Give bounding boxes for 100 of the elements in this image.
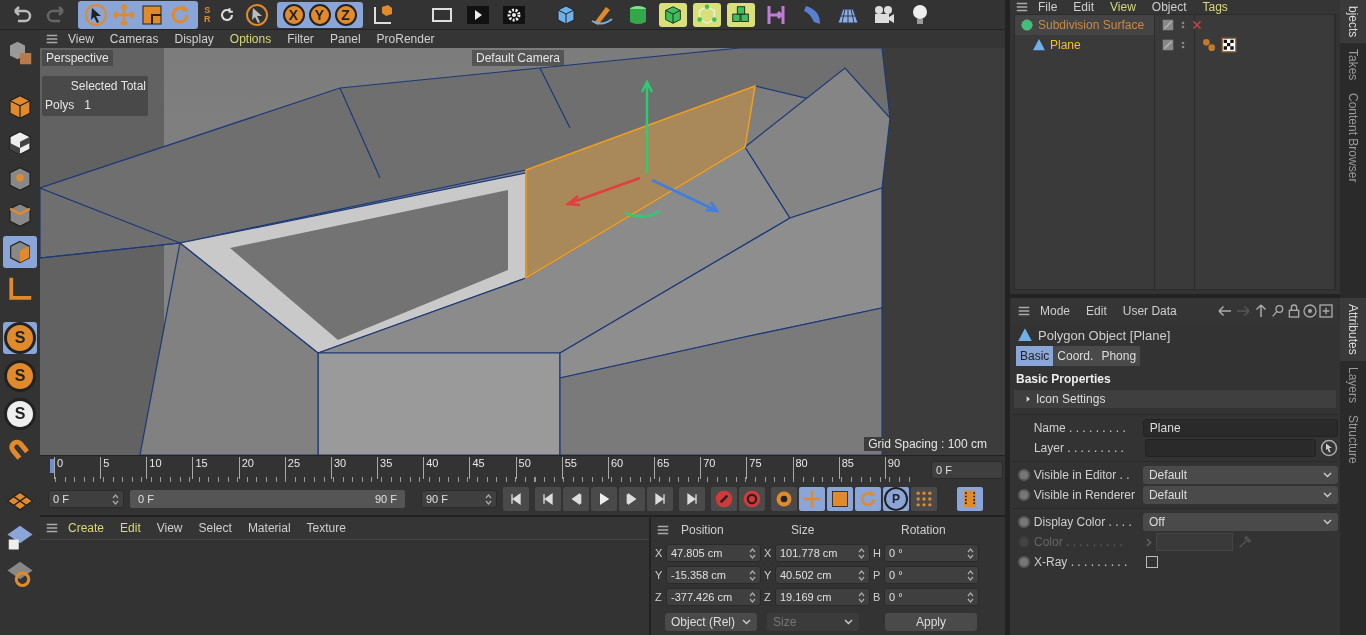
attribute-tab[interactable]: Phong (1097, 346, 1141, 366)
menu-item[interactable]: Material (239, 521, 299, 535)
menu-icon[interactable] (655, 523, 671, 537)
position-field[interactable]: -377.426 cm (666, 588, 761, 606)
size-field[interactable]: 40.502 cm (775, 566, 870, 584)
side-tab[interactable]: Content Browser (1340, 86, 1366, 189)
menu-item[interactable]: Edit (1078, 304, 1115, 318)
menu-item[interactable]: ProRender (368, 32, 443, 46)
position-field[interactable]: -15.358 cm (666, 566, 761, 584)
dropdown[interactable]: Off (1142, 513, 1338, 531)
checker-material-icon[interactable] (1221, 37, 1237, 53)
position-field[interactable]: 47.805 cm (666, 544, 761, 562)
spinner-arrows-icon[interactable] (749, 547, 756, 559)
side-tab[interactable]: Takes (1340, 43, 1366, 87)
side-tab[interactable]: Layers (1340, 360, 1366, 409)
keyframe-toggle[interactable] (1018, 469, 1030, 481)
record-button[interactable] (711, 487, 737, 511)
lock-icon[interactable] (1286, 303, 1302, 319)
keyframe-toggle[interactable] (1018, 556, 1030, 568)
tree-item[interactable]: Plane (1050, 38, 1081, 52)
snap-render-button[interactable]: S R (204, 5, 211, 24)
play-button[interactable] (591, 487, 617, 511)
dropdown[interactable]: Default (1142, 486, 1338, 504)
go-to-end-button[interactable] (679, 487, 705, 511)
coordinate-mode-dropdown[interactable]: Object (Rel) (665, 613, 757, 631)
menu-item[interactable]: View (148, 521, 191, 535)
snap-button[interactable]: S (3, 398, 37, 430)
menu-item[interactable]: Create (60, 521, 113, 535)
scale-icon[interactable] (140, 2, 164, 27)
search-icon[interactable] (1270, 303, 1286, 319)
keyframe-toggle[interactable] (1018, 489, 1030, 501)
menu-item[interactable]: Display (166, 32, 222, 46)
point-level-button[interactable] (911, 487, 937, 511)
dropdown[interactable]: Default (1142, 466, 1338, 484)
name-field[interactable]: Plane (1142, 419, 1338, 437)
polygons-mode-button[interactable] (3, 236, 37, 268)
checkbox[interactable] (1146, 556, 1158, 568)
spinner-arrows-icon[interactable] (749, 569, 756, 581)
attribute-tab[interactable]: Basic (1016, 346, 1054, 366)
next-frame-button[interactable] (619, 487, 645, 511)
spinner-arrows-icon[interactable] (967, 569, 974, 581)
target-icon[interactable] (1302, 303, 1318, 319)
spinner-arrows-icon[interactable] (858, 569, 865, 581)
menu-item[interactable]: User Data (1114, 304, 1185, 318)
snap-button[interactable]: S (3, 360, 37, 392)
side-tab[interactable]: Attributes (1340, 298, 1366, 361)
apply-button[interactable]: Apply (885, 613, 977, 631)
spinner-arrows-icon[interactable] (112, 493, 119, 505)
start-frame-field[interactable]: 0 F (48, 490, 124, 508)
axis-lock-button[interactable]: Y (308, 3, 331, 26)
cloner-button[interactable] (726, 2, 755, 27)
menu-item[interactable]: Cameras (101, 32, 167, 46)
menu-item[interactable]: Edit (1065, 0, 1103, 14)
size-field[interactable]: 19.169 cm (775, 588, 870, 606)
menu-icon[interactable] (44, 521, 60, 535)
new-panel-icon[interactable] (1318, 303, 1334, 319)
menu-icon[interactable] (1014, 0, 1030, 14)
menu-item[interactable]: Options (221, 32, 280, 46)
sds-sphere-icon[interactable] (1019, 17, 1035, 33)
rotation-field[interactable]: 0 ° (884, 544, 979, 562)
menu-icon[interactable] (1016, 304, 1032, 318)
end-frame-field[interactable]: 90 F (421, 490, 497, 508)
menu-item[interactable]: Edit (112, 521, 149, 535)
pointer-icon[interactable] (84, 2, 108, 27)
spinner-arrows-icon[interactable] (858, 591, 865, 603)
previous-frame-button[interactable] (563, 487, 589, 511)
current-frame-field[interactable]: 0 F (931, 461, 1003, 479)
generator-button[interactable] (658, 2, 687, 27)
menu-item[interactable]: Tags (1194, 0, 1236, 14)
side-tab[interactable]: bjects (1340, 0, 1366, 44)
menu-item[interactable]: Texture (298, 521, 354, 535)
menu-item[interactable]: Panel (321, 32, 369, 46)
go-to-start-button[interactable] (503, 487, 529, 511)
menu-item[interactable]: Select (190, 521, 240, 535)
snap-button[interactable]: S (3, 322, 37, 354)
icon-settings-group[interactable]: Icon Settings (1014, 390, 1336, 408)
edit-flag-icon[interactable] (1161, 18, 1175, 32)
keyframe-toggle[interactable] (1018, 516, 1030, 528)
close-icon[interactable] (1191, 19, 1203, 31)
spinner-arrows-icon[interactable] (967, 547, 974, 559)
spinner-arrows-icon[interactable] (967, 591, 974, 603)
spinner-arrows-icon[interactable] (485, 493, 492, 505)
menu-item[interactable]: View (60, 32, 102, 46)
axis-lock-button[interactable]: Z (334, 3, 357, 26)
edit-flag-icon[interactable] (1161, 38, 1175, 52)
spinner-arrows-icon[interactable] (858, 547, 865, 559)
axis-lock-button[interactable]: X (282, 3, 305, 26)
menu-icon[interactable] (44, 32, 60, 46)
menu-item[interactable]: Filter (279, 32, 322, 46)
rotation-field[interactable]: 0 ° (884, 566, 979, 584)
parameter-key-button[interactable]: P (883, 487, 909, 511)
menu-item[interactable]: File (1030, 0, 1066, 14)
timeline-button[interactable] (957, 487, 983, 511)
side-tab[interactable]: Structure (1340, 408, 1366, 470)
previous-key-button[interactable] (535, 487, 561, 511)
scale-key-button[interactable] (827, 487, 853, 511)
spinner-arrows-icon[interactable] (749, 591, 756, 603)
size-field[interactable]: 101.778 cm (775, 544, 870, 562)
plane-triangle-icon[interactable] (1031, 37, 1047, 53)
menu-item[interactable]: View (1102, 0, 1144, 14)
